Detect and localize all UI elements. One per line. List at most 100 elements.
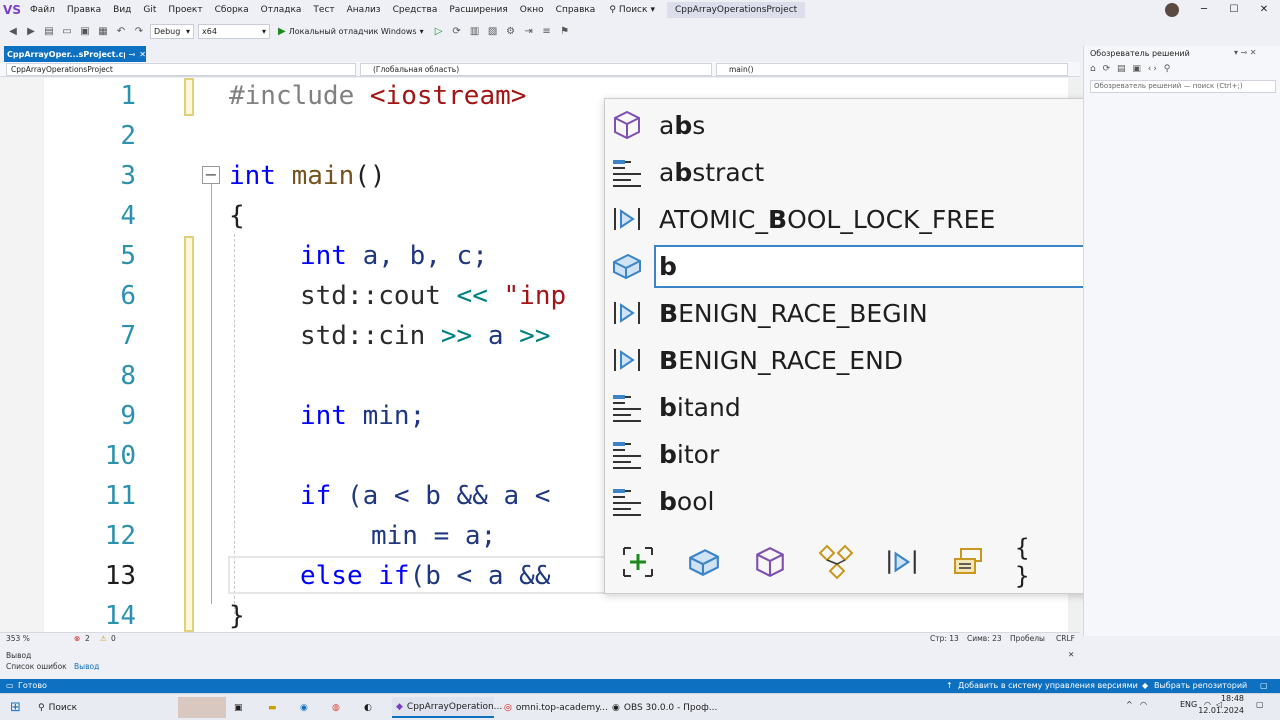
code-line-14: }: [229, 601, 245, 631]
menu-tools[interactable]: Средства: [387, 0, 444, 20]
app-icon[interactable]: ◐: [360, 697, 376, 718]
menu-test[interactable]: Тест: [307, 0, 340, 20]
warning-count[interactable]: 0: [111, 634, 116, 643]
new-project-icon[interactable]: ▤: [42, 24, 56, 38]
notification-center-icon[interactable]: ▢: [1256, 700, 1264, 709]
language-indicator[interactable]: ENG: [1180, 700, 1197, 709]
menu-file[interactable]: Файл: [24, 0, 61, 20]
clock-date[interactable]: 12.01.2024: [1198, 706, 1244, 715]
taskbar-app-obs[interactable]: ◉ OBS 30.0.0 - Проф...: [608, 697, 717, 718]
error-count[interactable]: 2: [85, 634, 90, 643]
menu-window[interactable]: Окно: [514, 0, 550, 20]
run-without-debug-icon[interactable]: ▷: [432, 24, 446, 38]
hot-reload-icon[interactable]: ⟳: [450, 24, 464, 38]
eol-indicator[interactable]: CRLF: [1056, 634, 1075, 643]
zoom-level[interactable]: 353 %: [6, 634, 30, 643]
file-explorer-icon[interactable]: ▬: [264, 697, 281, 718]
taskbar-search[interactable]: ⚲ Поиск: [34, 697, 174, 718]
minimize-icon[interactable]: ─: [1190, 0, 1218, 20]
clock-time[interactable]: 18:48: [1202, 694, 1244, 703]
toolbar-icon-a[interactable]: ▥: [468, 24, 482, 38]
add-to-source-control-button[interactable]: Добавить в систему управления версиями: [958, 681, 1138, 690]
solution-search-input[interactable]: Обозреватель решений — поиск (Ctrl+;): [1090, 80, 1276, 93]
toolbar-icon-b[interactable]: ▧: [486, 24, 500, 38]
braces-filter-icon[interactable]: { }: [1015, 534, 1053, 590]
close-tab-icon[interactable]: ✕: [139, 50, 146, 59]
line-number: 2: [120, 121, 136, 151]
close-icon[interactable]: ✕: [1250, 0, 1278, 20]
taskbar-app-label: omni.top-academy...: [515, 702, 608, 713]
back-icon[interactable]: ◀: [6, 24, 20, 38]
save-icon[interactable]: ▣: [78, 24, 92, 38]
line-number-current: 13: [104, 561, 136, 591]
completion-label: BENIGN_RACE_END: [659, 346, 904, 375]
column-indicator[interactable]: Симв: 23: [967, 634, 1002, 643]
menu-analyze[interactable]: Анализ: [341, 0, 387, 20]
open-folder-icon[interactable]: ▭: [60, 24, 74, 38]
configuration-select[interactable]: Debug ▾: [150, 23, 194, 39]
menu-build[interactable]: Сборка: [209, 0, 255, 20]
bookmark-icon[interactable]: ⚑: [558, 24, 572, 38]
expand-filter-icon[interactable]: [619, 543, 657, 581]
whitespace-indicator[interactable]: Пробелы: [1010, 634, 1045, 643]
line-indicator[interactable]: Стр: 13: [930, 634, 959, 643]
variable-filter-icon[interactable]: [685, 543, 723, 581]
project-scope-select[interactable]: CppArrayOperationsProject: [6, 63, 356, 76]
taskbar-app-yandex[interactable]: ◎ omni.top-academy...: [500, 697, 608, 718]
select-repository-button[interactable]: Выбрать репозиторий: [1154, 681, 1247, 690]
completion-label: bitand: [659, 393, 741, 422]
menu-extensions[interactable]: Расширения: [443, 0, 513, 20]
tab-error-list[interactable]: Список ошибок: [6, 662, 67, 671]
edge-icon[interactable]: ◉: [296, 697, 312, 718]
code-line-12: min = a;: [371, 521, 497, 551]
menu-view[interactable]: Вид: [107, 0, 137, 20]
forward-icon[interactable]: ▶: [24, 24, 38, 38]
save-all-icon[interactable]: ▦: [96, 24, 110, 38]
search-highlight-image[interactable]: [178, 697, 226, 718]
namespace-filter-icon[interactable]: [949, 543, 987, 581]
solution-explorer-toolbar[interactable]: ⌂ ⟳ ▤ ▣ ‹› ⚲: [1090, 64, 1172, 74]
tray-chevron-icon[interactable]: ^: [1126, 700, 1133, 709]
platform-select[interactable]: x64 ▾: [198, 23, 270, 39]
menu-edit[interactable]: Правка: [61, 0, 107, 20]
tab-output[interactable]: Вывод: [74, 662, 99, 671]
global-scope-select[interactable]: (Глобальная область): [360, 63, 712, 76]
menu-help[interactable]: Справка: [550, 0, 602, 20]
maximize-icon[interactable]: ☐: [1220, 0, 1248, 20]
notification-icon[interactable]: ▢: [1260, 681, 1268, 690]
toolbar-icon-d[interactable]: ⇥: [522, 24, 536, 38]
network-icon[interactable]: ◠: [1140, 700, 1147, 709]
document-tab[interactable]: CppArrayOper...sProject.cpp* ⊸ ✕: [4, 46, 146, 62]
toolbar-icon-c[interactable]: ⚙: [504, 24, 518, 38]
undo-icon[interactable]: ↶: [114, 24, 128, 38]
menu-debug[interactable]: Отладка: [255, 0, 308, 20]
avatar[interactable]: [1165, 3, 1179, 17]
completion-label: b: [659, 252, 677, 281]
menu-search[interactable]: ⚲ Поиск ▾: [601, 5, 663, 15]
collapse-toggle[interactable]: −: [202, 166, 220, 184]
search-icon: ⚲: [609, 5, 616, 15]
line-number: 3: [120, 161, 136, 191]
solution-explorer-window-controls[interactable]: ▾ ⊸ ✕: [1234, 48, 1257, 57]
chrome-icon[interactable]: ◍: [328, 697, 344, 718]
code-line-11: if (a < b && a <: [300, 481, 551, 511]
toolbar-icon-e[interactable]: ≡: [540, 24, 554, 38]
windows-start-icon[interactable]: ⊞: [6, 697, 25, 718]
class-filter-icon[interactable]: [817, 543, 855, 581]
struct-filter-icon[interactable]: [751, 543, 789, 581]
task-view-icon[interactable]: ▣: [230, 697, 247, 718]
menu-git[interactable]: Git: [137, 0, 162, 20]
completion-label: bool: [659, 487, 715, 516]
visual-studio-logo-icon: VS: [3, 3, 21, 17]
macro-filter-icon[interactable]: [883, 543, 921, 581]
line-number: 4: [120, 201, 136, 231]
close-icon[interactable]: ✕: [1068, 650, 1074, 659]
fold-line: [211, 184, 212, 604]
taskbar-app-visual-studio[interactable]: ◆ CppArrayOperation...: [392, 697, 502, 718]
macro-icon: [614, 302, 640, 324]
start-debugging-button[interactable]: ▶ Локальный отладчик Windows ▾: [274, 26, 428, 37]
menu-project[interactable]: Проект: [162, 0, 208, 20]
pin-icon[interactable]: ⊸: [129, 50, 136, 59]
member-select[interactable]: main(): [716, 63, 1068, 76]
redo-icon[interactable]: ↷: [132, 24, 146, 38]
